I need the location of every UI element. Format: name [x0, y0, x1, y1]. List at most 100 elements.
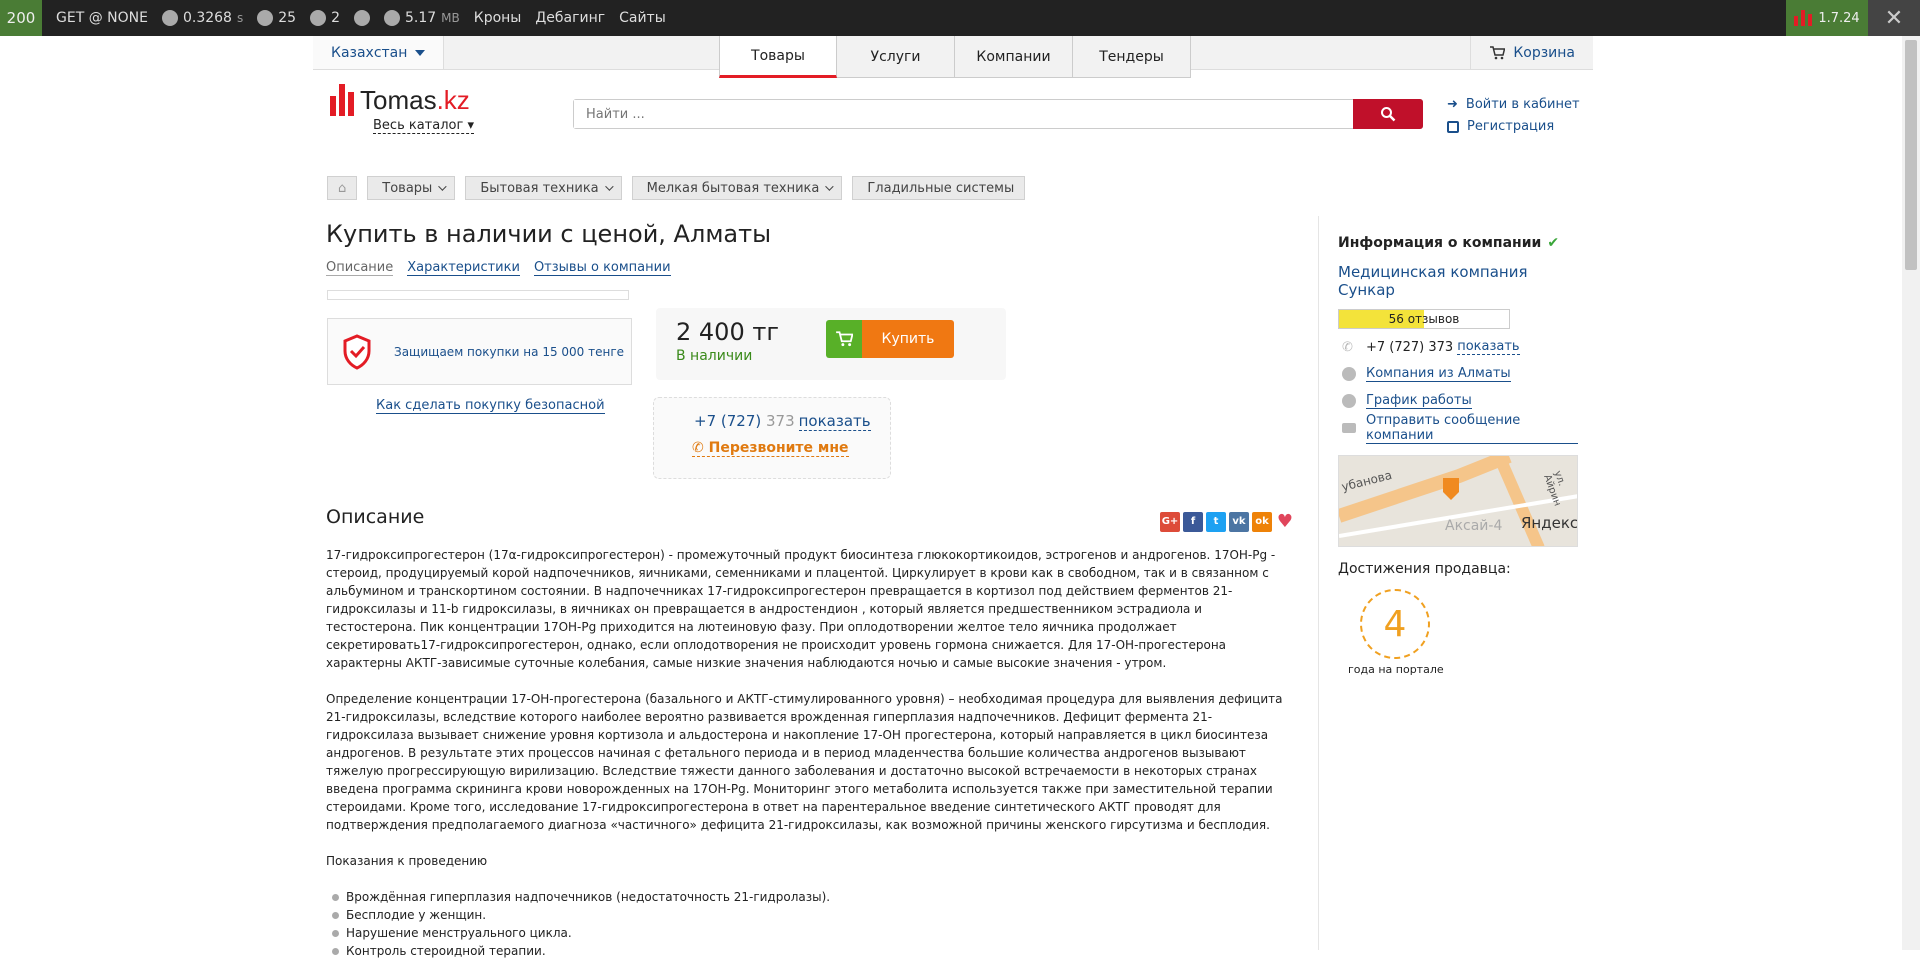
product-gallery: [327, 290, 629, 300]
facebook-icon[interactable]: f: [1183, 512, 1203, 532]
queries-value: 25: [278, 10, 297, 26]
indications-list: Врождённая гиперплазия надпочечников (не…: [326, 888, 1294, 960]
tab-companies[interactable]: Компании: [955, 36, 1073, 78]
schedule-link[interactable]: График работы: [1366, 393, 1472, 409]
protection-text: Защищаем покупки на 15 000 тенге: [394, 344, 625, 359]
breadcrumb-item[interactable]: Мелкая бытовая техника: [631, 176, 843, 200]
version-badge[interactable]: 1.7.24: [1786, 0, 1868, 36]
protection-banner: Защищаем покупки на 15 000 тенге: [327, 318, 632, 385]
safe-purchase-link[interactable]: Как сделать покупку безопасной: [376, 398, 605, 414]
close-icon[interactable]: ✕: [1868, 0, 1920, 36]
callback-link[interactable]: ✆ Перезвоните мне: [692, 440, 849, 457]
region-select[interactable]: Казахстан: [313, 36, 445, 69]
memory-unit: MB: [441, 11, 460, 25]
availability-status: В наличии: [676, 348, 753, 364]
search-button[interactable]: [1353, 99, 1423, 129]
search-input[interactable]: [574, 100, 1353, 128]
map-label: Аксай-4: [1445, 518, 1503, 534]
phone-icon: ✆: [692, 440, 704, 456]
logo-bars-icon: [1794, 10, 1813, 26]
company-phone-number: +7 (727) 373: [1366, 339, 1454, 355]
heart-icon[interactable]: ♥: [1275, 512, 1295, 532]
site-logo[interactable]: Tomas.kz: [330, 84, 470, 116]
location-map[interactable]: убанова Аксай-4 Яндекс ул. Айрин: [1338, 455, 1578, 547]
buy-button[interactable]: Купить: [826, 320, 954, 358]
database-icon: [257, 10, 274, 26]
debug-link-crons[interactable]: Кроны: [474, 10, 522, 26]
subtab-specs[interactable]: Характеристики: [407, 260, 520, 276]
login-icon: ➜: [1447, 97, 1458, 112]
time-info[interactable]: 0.3268 s: [161, 10, 244, 26]
show-phone-link[interactable]: показать: [798, 412, 871, 431]
memory-info[interactable]: 5.17 MB: [383, 10, 460, 26]
clock-icon: [1342, 394, 1356, 408]
tab-services[interactable]: Услуги: [837, 36, 955, 78]
memory-value: 5.17: [404, 10, 437, 26]
request-info[interactable]: GET @ NONE: [56, 10, 148, 26]
twitter-icon[interactable]: t: [1206, 512, 1226, 532]
divider: [1318, 216, 1319, 950]
phone-number: +7 (727) 373 показать: [694, 412, 871, 431]
chevron-down-icon: [604, 182, 614, 191]
status-badge[interactable]: 200: [0, 0, 42, 36]
breadcrumb-home[interactable]: ⌂: [327, 176, 358, 200]
subtab-description[interactable]: Описание: [326, 260, 394, 276]
login-link[interactable]: ➜ Войти в кабинет: [1447, 94, 1580, 116]
description-body: 17-гидроксипрогестерон (17α-гидроксипрог…: [326, 546, 1294, 960]
shield-check-icon: [343, 333, 371, 370]
breadcrumb-label: Бытовая техника: [480, 180, 599, 196]
reviews-rating[interactable]: 56 отзывов: [1338, 309, 1510, 329]
shield-info[interactable]: [353, 10, 370, 26]
show-phone-link[interactable]: показать: [1457, 339, 1520, 355]
yandex-logo: Яндекс: [1521, 514, 1578, 532]
location-pin-icon: [1342, 367, 1356, 381]
breadcrumb-label: Товары: [382, 180, 433, 196]
breadcrumb-item[interactable]: Товары: [367, 176, 456, 200]
share-buttons: G+ f t vk ok ♥: [1160, 512, 1295, 532]
debug-link-debugging[interactable]: Дебагинг: [535, 10, 605, 26]
city-link[interactable]: Компания из Алматы: [1366, 366, 1511, 382]
chevron-down-icon: [825, 182, 835, 191]
company-schedule: График работы: [1338, 392, 1578, 410]
login-label[interactable]: Войти в кабинет: [1466, 94, 1580, 116]
scrollbar-thumb[interactable]: [1905, 40, 1917, 270]
list-item: Врождённая гиперплазия надпочечников (не…: [326, 888, 1294, 906]
db-info[interactable]: 25: [257, 10, 296, 26]
message-link[interactable]: Отправить сообщение компании: [1366, 413, 1578, 444]
cart-label: Корзина: [1513, 44, 1575, 61]
breadcrumb-item[interactable]: Бытовая техника: [465, 176, 622, 200]
search-bar: [573, 99, 1423, 129]
google-plus-icon[interactable]: G+: [1160, 512, 1180, 532]
region-label: Казахстан: [331, 44, 408, 61]
product-subtabs: Описание Характеристики Отзывы о компани…: [326, 260, 671, 276]
debug-link-sites[interactable]: Сайты: [619, 10, 666, 26]
catalog-dropdown[interactable]: Весь каталог ▾: [373, 118, 474, 134]
logo-bars-icon: [330, 84, 354, 116]
shield-icon: [353, 10, 370, 26]
list-item: Бесплодие у женщин.: [326, 906, 1294, 924]
version-text: 1.7.24: [1818, 10, 1860, 26]
signal-icon: [310, 10, 327, 26]
catalog-label: Весь каталог: [373, 118, 464, 133]
company-city: Компания из Алматы: [1338, 365, 1578, 383]
subtab-reviews[interactable]: Отзывы о компании: [533, 260, 671, 276]
cart-link[interactable]: Корзина: [1470, 36, 1593, 69]
odnoklassniki-icon[interactable]: ok: [1252, 512, 1272, 532]
breadcrumb-label: Мелкая бытовая техника: [646, 180, 820, 196]
scrollbar[interactable]: [1902, 36, 1920, 950]
register-link[interactable]: Регистрация: [1447, 116, 1580, 138]
price-box: 2 400 тг В наличии Купить: [656, 308, 1006, 380]
tab-tenders[interactable]: Тендеры: [1073, 36, 1191, 78]
breadcrumb-item[interactable]: Гладильные системы: [852, 176, 1026, 200]
search-icon: [1381, 107, 1396, 122]
count-value: 2: [331, 10, 340, 26]
time-unit: s: [236, 11, 244, 25]
count-info[interactable]: 2: [310, 10, 340, 26]
tab-goods[interactable]: Товары: [719, 36, 837, 78]
list-item: Нарушение менструального цикла.: [326, 924, 1294, 942]
years-badge: 4: [1360, 589, 1430, 659]
company-name[interactable]: Медицинская компания Сункар: [1338, 263, 1578, 299]
phone-icon: ✆: [1342, 339, 1353, 355]
register-label[interactable]: Регистрация: [1467, 116, 1554, 138]
vk-icon[interactable]: vk: [1229, 512, 1249, 532]
